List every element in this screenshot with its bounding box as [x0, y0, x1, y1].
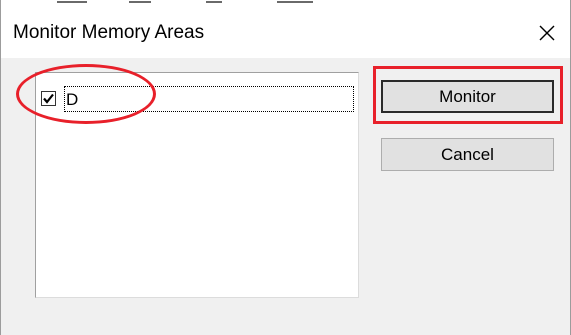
cancel-button[interactable]: Cancel — [381, 138, 554, 171]
memory-area-list[interactable]: D — [35, 72, 359, 298]
monitor-memory-areas-dialog: Monitor Memory Areas D Monitor Cancel — [0, 0, 571, 335]
background-window-edge — [1, 0, 570, 8]
title-bar: Monitor Memory Areas — [1, 8, 570, 58]
memory-area-label: D — [66, 90, 79, 109]
close-button[interactable] — [524, 8, 570, 58]
list-item-focus-rect: D — [64, 86, 354, 112]
dialog-title: Monitor Memory Areas — [13, 22, 205, 43]
monitor-button[interactable]: Monitor — [381, 80, 554, 113]
memory-area-checkbox[interactable] — [41, 91, 56, 106]
checkmark-icon — [43, 93, 54, 104]
close-icon — [539, 25, 555, 41]
dialog-body: D Monitor Cancel — [1, 58, 570, 335]
list-item-d[interactable]: D — [39, 86, 354, 112]
